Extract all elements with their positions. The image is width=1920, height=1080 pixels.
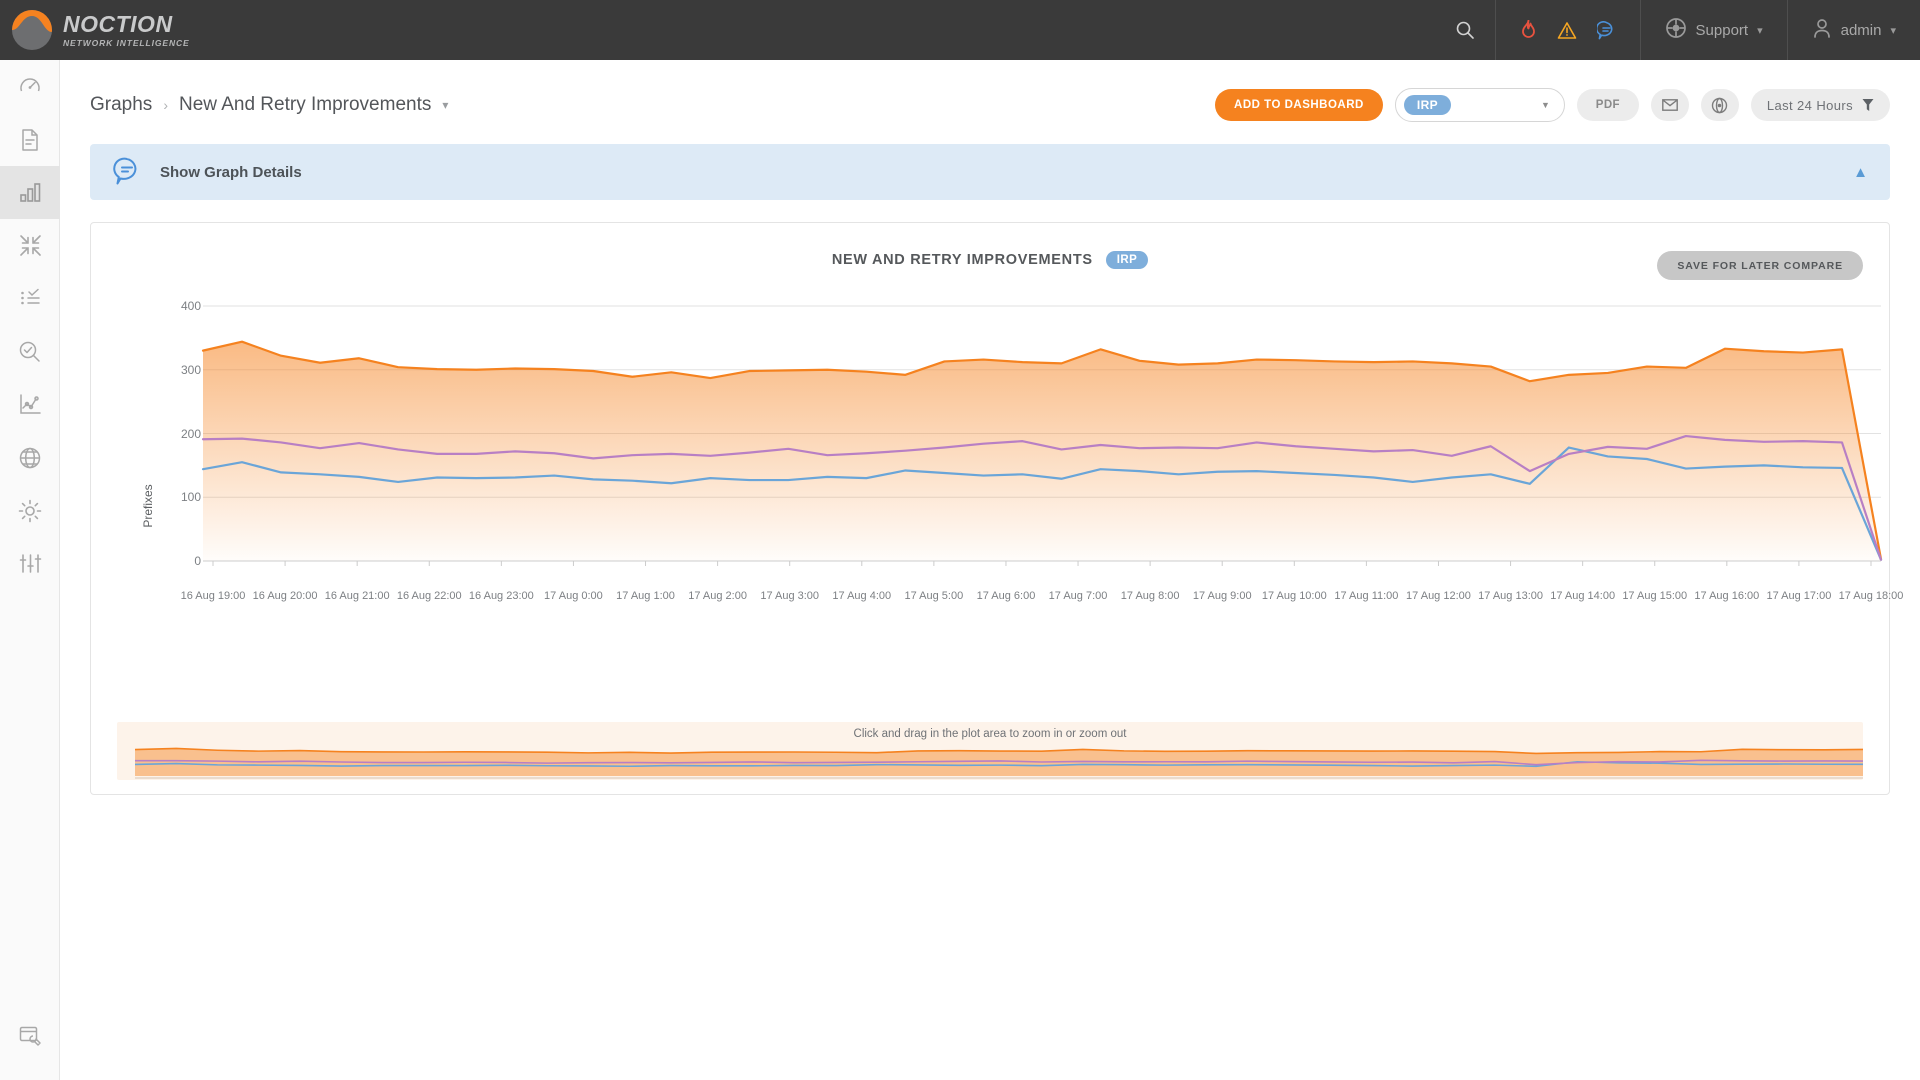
- sidebar-item-checklist[interactable]: [0, 272, 60, 325]
- time-range-label: Last 24 Hours: [1766, 97, 1853, 113]
- x-axis-tick: 17 Aug 16:00: [1694, 590, 1760, 602]
- caret-down-icon: ▼: [1540, 100, 1550, 110]
- sidebar-item-reports[interactable]: [0, 113, 60, 166]
- x-axis-tick: 17 Aug 10:00: [1261, 590, 1327, 602]
- x-axis-tick: 17 Aug 1:00: [616, 590, 675, 602]
- x-axis-tick: 17 Aug 12:00: [1406, 590, 1471, 602]
- graph-card: NEW AND RETRY IMPROVEMENTS IRP SAVE FOR …: [90, 222, 1903, 795]
- x-axis-tick: 17 Aug 3:00: [760, 590, 820, 602]
- breadcrumb: Graphs › New And Retry Improvements ▾: [90, 94, 448, 116]
- irp-select[interactable]: IRP ▼: [1394, 88, 1565, 122]
- email-button[interactable]: [1650, 89, 1689, 121]
- x-axis-tick: 16 Aug 23:00: [468, 590, 534, 602]
- x-axis-tick: 16 Aug 19:00: [180, 590, 246, 602]
- breadcrumb-separator-icon: ›: [163, 97, 168, 113]
- brand-tagline: NETWORK INTELLIGENCE: [63, 37, 190, 48]
- x-axis-tick: 16 Aug 21:00: [324, 590, 390, 602]
- gauge-icon: [20, 77, 40, 91]
- warning-triangle-icon[interactable]: [1557, 21, 1577, 40]
- x-axis-tick: 17 Aug 6:00: [976, 590, 1036, 602]
- x-axis-tick: 17 Aug 18:00: [1838, 590, 1904, 602]
- navigator-svg: [134, 747, 1863, 779]
- envelope-icon: [1661, 99, 1678, 111]
- graph-title-group: NEW AND RETRY IMPROVEMENTS IRP: [91, 251, 1889, 269]
- user-label: admin: [1840, 21, 1882, 39]
- x-axis-tick: 17 Aug 8:00: [1120, 590, 1180, 602]
- x-axis-tick: 17 Aug 9:00: [1192, 590, 1252, 602]
- x-axis-tick: 17 Aug 14:00: [1550, 590, 1616, 602]
- x-axis-tick: 17 Aug 17:00: [1766, 590, 1832, 602]
- chat-bubble-icon[interactable]: [1596, 20, 1616, 40]
- save-for-later-compare-button[interactable]: SAVE FOR LATER COMPARE: [1657, 251, 1863, 280]
- chevron-down-icon: ▾: [1757, 24, 1763, 37]
- graph-badge: IRP: [1105, 251, 1149, 269]
- x-axis-tick: 17 Aug 4:00: [832, 590, 892, 602]
- alert-icon-group: [1496, 0, 1640, 60]
- sidebar-item-verification[interactable]: [0, 325, 60, 378]
- left-sidebar: [0, 60, 60, 1080]
- chevron-down-icon[interactable]: ▾: [442, 98, 448, 112]
- brand-logo[interactable]: NOCTION NETWORK INTELLIGENCE: [0, 10, 260, 50]
- add-to-dashboard-button[interactable]: ADD TO DASHBOARD: [1215, 89, 1383, 121]
- x-axis-tick: 16 Aug 22:00: [396, 590, 462, 602]
- x-axis-tick: 17 Aug 7:00: [1048, 590, 1108, 602]
- globe-icon: [19, 447, 41, 468]
- sidebar-item-tools[interactable]: [0, 1009, 60, 1062]
- chart-svg: [201, 305, 1883, 566]
- pdf-button[interactable]: PDF: [1576, 89, 1639, 121]
- time-range-button[interactable]: Last 24 Hours: [1750, 89, 1890, 121]
- support-menu[interactable]: Support ▾: [1641, 0, 1787, 60]
- sidebar-item-network[interactable]: [0, 431, 60, 484]
- sidebar-item-dashboard[interactable]: [0, 60, 60, 113]
- show-graph-details-label: Show Graph Details: [160, 163, 302, 181]
- x-axis-tick: 16 Aug 20:00: [252, 590, 318, 602]
- sidebar-item-compress[interactable]: [0, 219, 60, 272]
- x-axis-tick: 17 Aug 5:00: [904, 590, 964, 602]
- funnel-icon: [1862, 99, 1874, 111]
- x-axis-tick: 17 Aug 0:00: [544, 590, 603, 602]
- top-navigation-bar: NOCTION NETWORK INTELLIGENCE Support ▾ a…: [0, 0, 1920, 60]
- window-wrench-icon: [19, 1026, 41, 1046]
- gear-icon: [18, 499, 42, 522]
- sidebar-item-graphs[interactable]: [0, 166, 60, 219]
- breadcrumb-current: New And Retry Improvements: [178, 94, 432, 115]
- speech-bubble-icon: [112, 156, 142, 189]
- breadcrumb-root[interactable]: Graphs: [90, 94, 152, 116]
- user-menu[interactable]: admin ▾: [1788, 0, 1920, 60]
- support-label: Support: [1695, 21, 1749, 39]
- share-button[interactable]: [1700, 89, 1739, 121]
- sliders-icon: [19, 554, 41, 573]
- lifebuoy-icon: [1665, 17, 1687, 43]
- main-content: Graphs › New And Retry Improvements ▾ AD…: [60, 60, 1920, 1080]
- sidebar-item-analytics[interactable]: [0, 378, 60, 431]
- x-axis-tick: 17 Aug 11:00: [1334, 590, 1399, 602]
- share-target-icon: [1712, 97, 1728, 113]
- document-icon: [22, 128, 38, 151]
- x-axis-tick: 17 Aug 15:00: [1622, 590, 1688, 602]
- show-graph-details-panel[interactable]: Show Graph Details ▲: [90, 144, 1890, 200]
- x-axis-tick: 17 Aug 13:00: [1478, 590, 1543, 602]
- sidebar-item-configuration[interactable]: [0, 537, 60, 590]
- chevron-down-icon: ▾: [1890, 24, 1896, 37]
- graph-title: NEW AND RETRY IMPROVEMENTS: [831, 252, 1093, 268]
- chart-navigator[interactable]: Click and drag in the plot area to zoom …: [117, 722, 1863, 780]
- search-icon[interactable]: [1435, 0, 1495, 60]
- page-toolbar: ADD TO DASHBOARD IRP ▼ PDF Last 24 Hours: [1215, 88, 1890, 122]
- chart-plot-area[interactable]: Prefixes 0 100 200 300 400 16 Aug 19:00 16 Au…: [91, 296, 1903, 716]
- person-icon: [1812, 18, 1832, 43]
- brand-name: NOCTION: [63, 10, 173, 37]
- x-axis-tick: 17 Aug 2:00: [688, 590, 747, 602]
- checklist-icon: [20, 288, 40, 304]
- noction-logo-icon: [12, 10, 52, 50]
- compress-arrows-icon: [19, 235, 41, 256]
- graph-card-header: NEW AND RETRY IMPROVEMENTS IRP SAVE FOR …: [91, 223, 1889, 280]
- bar-chart-icon: [20, 182, 41, 202]
- search-check-icon: [19, 341, 40, 362]
- line-graph-icon: [20, 394, 41, 414]
- chevron-up-icon[interactable]: ▲: [1853, 164, 1868, 181]
- flame-icon[interactable]: [1520, 20, 1537, 40]
- sidebar-item-settings[interactable]: [0, 484, 60, 537]
- irp-badge: IRP: [1403, 95, 1452, 115]
- page-header-row: Graphs › New And Retry Improvements ▾ AD…: [60, 60, 1920, 122]
